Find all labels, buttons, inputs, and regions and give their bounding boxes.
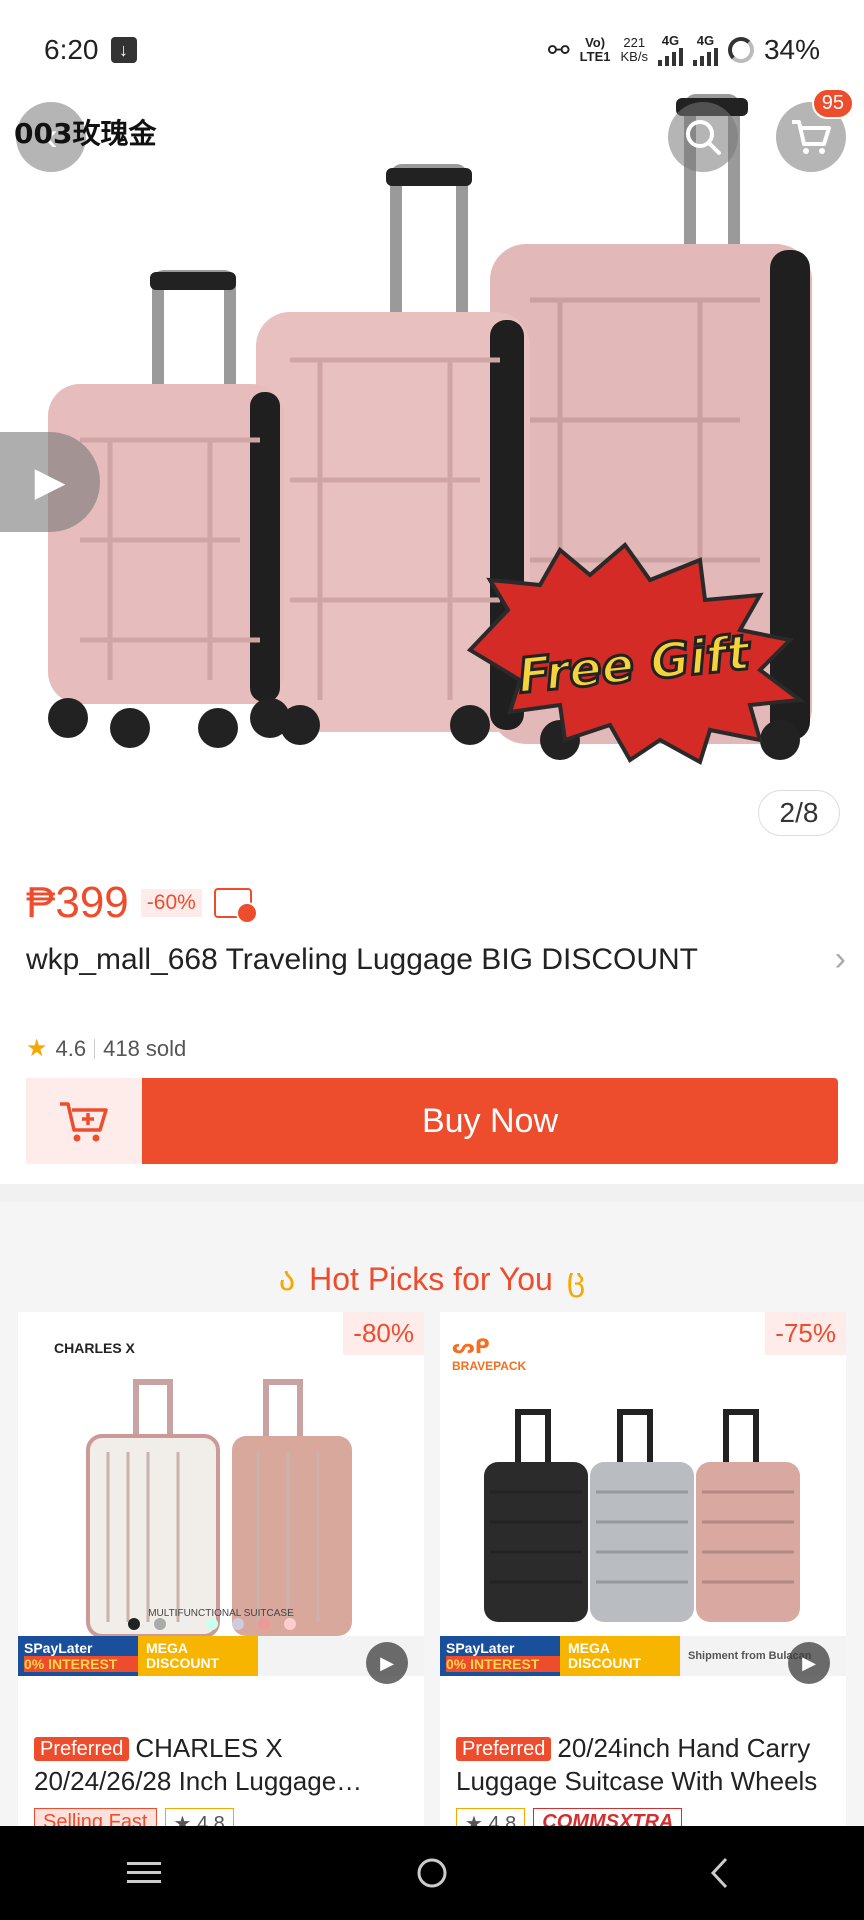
product-card[interactable]: ᔕᑭ BRAVEPACK SPayLater 0% INTEREST MEGA D… — [440, 1312, 846, 1832]
cart-button[interactable]: 95 — [776, 88, 854, 172]
card-title: Preferred CHARLES X 20/24/26/28 Inch Lugg… — [34, 1733, 337, 1796]
rating-row: ★ 4.6 418 sold — [26, 1034, 186, 1063]
hot-picks-heading: ა Hot Picks for You ც — [0, 1260, 864, 1298]
buy-now-button[interactable]: Buy Now — [142, 1078, 838, 1164]
bravepack-logo-icon: ᔕᑭ — [452, 1336, 490, 1358]
star-icon: ★ — [26, 1035, 48, 1062]
status-indicators: ⚯ Vo) LTE1 221 KB/s 4G 4G 34% — [548, 34, 820, 66]
home-circle-icon — [417, 1858, 447, 1888]
add-to-cart-button[interactable] — [26, 1078, 142, 1164]
product-card-image: CHARLES X MULTIFUNCTIONAL SUITCASE SPayL… — [18, 1312, 424, 1718]
right-decor-icon: ც — [566, 1261, 586, 1297]
product-price: ₱399 — [26, 878, 129, 927]
battery-level: 34% — [763, 34, 820, 65]
product-rating: 4.6 — [55, 1035, 87, 1061]
card-play-button[interactable]: ▶ — [788, 1642, 830, 1684]
card-play-button[interactable]: ▶ — [366, 1642, 408, 1684]
search-icon — [686, 120, 721, 155]
signal-bars-icon — [692, 48, 718, 66]
product-image-carousel[interactable]: Free Gift 003玫瑰金 ‹ 95 ▶ 2/8 — [0, 0, 864, 860]
card-title: Preferred 20/24inch Hand Carry Luggage Su… — [456, 1733, 818, 1796]
play-icon: ▶ — [380, 1652, 394, 1673]
play-icon: ▶ — [802, 1652, 816, 1673]
purchase-actions: Buy Now — [26, 1078, 838, 1164]
card-brand: CHARLES X — [54, 1340, 135, 1356]
divider — [94, 1038, 96, 1059]
left-decor-icon: ა — [278, 1261, 296, 1297]
image-page-counter: 2/8 — [758, 790, 840, 836]
signal-2: 4G — [692, 34, 718, 66]
chevron-right-icon: › — [834, 940, 846, 978]
discount-tag: -60% — [140, 889, 202, 917]
search-button[interactable] — [668, 102, 738, 172]
price-row: ₱399 -60% — [26, 878, 258, 928]
status-time: 6:20 — [44, 34, 99, 65]
signal-bars-icon — [657, 48, 683, 66]
voucher-check-icon[interactable] — [213, 888, 258, 924]
promo-strip: SPayLater 0% INTEREST MEGA DISCOUNT — [18, 1636, 424, 1676]
system-nav-bar — [0, 1826, 864, 1920]
back-nav-button[interactable] — [680, 1843, 760, 1903]
recent-apps-button[interactable] — [104, 1843, 184, 1903]
card-discount: -75% — [765, 1312, 846, 1355]
cart-icon — [792, 120, 831, 154]
card-discount: -80% — [343, 1312, 424, 1355]
speed-indicator: 221 KB/s — [620, 35, 648, 64]
product-title-row[interactable]: wkp_mall_668 Traveling Luggage BIG DISCO… — [26, 940, 846, 979]
color-swatches — [128, 1618, 296, 1630]
card-brand: ᔕᑭ BRAVEPACK — [452, 1336, 527, 1373]
product-title: wkp_mall_668 Traveling Luggage BIG DISCO… — [26, 942, 698, 976]
preferred-badge: Preferred — [456, 1737, 552, 1761]
add-to-cart-icon — [60, 1102, 108, 1142]
play-icon: ▶ — [34, 460, 66, 504]
status-bar: 6:20 ↓ ⚯ Vo) LTE1 221 KB/s 4G 4G 34% — [0, 0, 864, 100]
sold-count: 418 sold — [103, 1035, 187, 1061]
section-divider — [0, 1184, 864, 1202]
home-button[interactable] — [392, 1843, 472, 1903]
play-video-button[interactable]: ▶ — [0, 432, 100, 532]
hotspot-link-icon: ⚯ — [547, 34, 570, 65]
signal-1: 4G — [657, 34, 683, 66]
hot-picks-title: Hot Picks for You — [309, 1261, 553, 1297]
back-chevron-icon — [710, 1857, 728, 1889]
shop-variant-tag: 003玫瑰金 — [14, 117, 157, 150]
menu-icon — [127, 1862, 161, 1883]
preferred-badge: Preferred — [34, 1737, 130, 1761]
volte-indicator: Vo) LTE1 — [579, 35, 611, 64]
download-icon: ↓ — [110, 37, 137, 63]
hot-picks-section: ა Hot Picks for You ც CHARLES X MULTIFUNCT… — [0, 1202, 864, 1832]
battery-icon — [727, 37, 754, 63]
cart-count-badge: 95 — [811, 88, 854, 119]
promo-strip: SPayLater 0% INTEREST MEGA DISCOUNT Shipm… — [440, 1636, 846, 1676]
product-card-image: ᔕᑭ BRAVEPACK SPayLater 0% INTEREST MEGA D… — [440, 1312, 846, 1718]
product-card[interactable]: CHARLES X MULTIFUNCTIONAL SUITCASE SPayL… — [18, 1312, 424, 1832]
